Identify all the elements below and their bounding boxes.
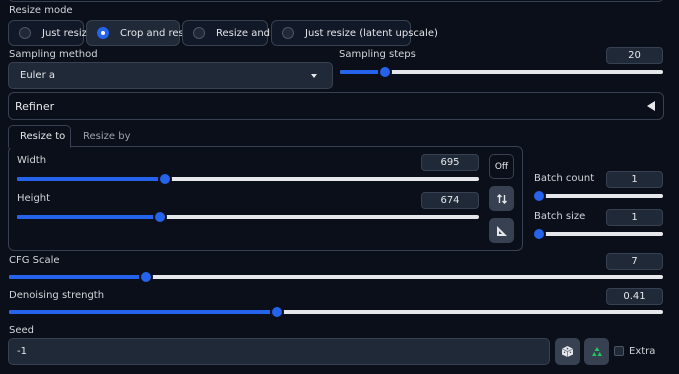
top-panel-edge <box>8 0 664 2</box>
height-input[interactable]: 674 <box>421 192 479 209</box>
reuse-seed-button[interactable] <box>584 338 609 365</box>
resize-mode-label: Resize mode <box>9 5 73 16</box>
width-input[interactable]: 695 <box>421 154 479 171</box>
slider-fill <box>17 177 165 181</box>
slider-thumb[interactable] <box>532 189 546 203</box>
refiner-accordion[interactable]: Refiner <box>8 92 664 120</box>
sampling-steps-input[interactable]: 20 <box>606 47 663 64</box>
radio-circle <box>193 27 205 39</box>
tab-label: Resize by <box>83 131 131 142</box>
batch-size-label: Batch size <box>534 211 586 222</box>
denoising-strength-label: Denoising strength <box>9 290 105 301</box>
batch-size-slider[interactable] <box>532 227 663 241</box>
seed-input[interactable]: -1 <box>8 338 550 365</box>
denoising-strength-input[interactable]: 0.41 <box>606 288 663 305</box>
batch-count-input[interactable]: 1 <box>606 171 663 188</box>
tab-resize-by[interactable]: Resize by <box>76 125 136 147</box>
seed-label: Seed <box>9 325 34 336</box>
slider-thumb[interactable] <box>270 305 285 319</box>
tab-label: Resize to <box>20 131 66 142</box>
slider-thumb[interactable] <box>157 172 172 186</box>
height-label: Height <box>17 193 51 204</box>
sampling-method-label: Sampling method <box>9 49 98 60</box>
triangle-ruler-icon <box>496 225 507 236</box>
radio-just-resize[interactable]: Just resize <box>8 20 93 46</box>
height-slider[interactable] <box>17 210 479 224</box>
slider-fill <box>9 275 147 279</box>
recycle-icon <box>591 346 602 356</box>
seed-value: -1 <box>17 346 27 357</box>
slider-fill <box>17 215 161 219</box>
random-seed-button[interactable] <box>555 338 580 365</box>
sampling-method-value: Euler a <box>20 70 56 81</box>
tab-resize-to[interactable]: Resize to <box>8 125 71 148</box>
batch-count-slider[interactable] <box>532 189 663 203</box>
radio-circle <box>282 27 294 39</box>
swap-arrows-icon <box>496 193 507 204</box>
aspect-ratio-button[interactable] <box>489 218 514 243</box>
slider-fill <box>9 310 278 314</box>
dice-icon <box>561 346 574 357</box>
slider-thumb[interactable] <box>378 65 393 79</box>
width-slider[interactable] <box>17 172 479 186</box>
denoising-strength-slider[interactable] <box>9 305 663 319</box>
extra-checkbox[interactable] <box>614 346 624 356</box>
sampling-steps-slider[interactable] <box>340 65 663 79</box>
width-label: Width <box>17 155 47 166</box>
radio-label: Just resize (latent upscale) <box>305 27 438 39</box>
extra-label[interactable]: Extra <box>629 346 655 357</box>
radio-circle-checked <box>97 27 109 39</box>
radio-just-resize-latent-upscale[interactable]: Just resize (latent upscale) <box>271 20 438 46</box>
refiner-label: Refiner <box>15 100 55 113</box>
sampling-method-dropdown[interactable]: Euler a <box>8 62 333 89</box>
radio-resize-and-fill[interactable]: Resize and fill <box>182 20 285 46</box>
aspect-lock-toggle-label: Off <box>494 161 509 172</box>
slider-track <box>539 232 663 236</box>
slider-track <box>539 194 663 198</box>
slider-thumb[interactable] <box>532 227 546 241</box>
swap-dimensions-button[interactable] <box>489 186 514 211</box>
cfg-scale-input[interactable]: 7 <box>606 253 663 270</box>
aspect-lock-toggle-button[interactable]: Off <box>489 154 514 179</box>
batch-count-label: Batch count <box>534 173 595 184</box>
chevron-down-icon <box>311 74 317 78</box>
cfg-scale-slider[interactable] <box>9 270 663 284</box>
radio-circle <box>19 27 31 39</box>
cfg-scale-label: CFG Scale <box>9 255 60 266</box>
radio-crop-and-resize[interactable]: Crop and resize <box>86 20 198 46</box>
sampling-steps-label: Sampling steps <box>339 49 416 60</box>
triangle-left-icon <box>647 101 655 111</box>
slider-thumb[interactable] <box>153 210 168 224</box>
batch-size-input[interactable]: 1 <box>606 209 663 226</box>
slider-thumb[interactable] <box>139 270 154 284</box>
